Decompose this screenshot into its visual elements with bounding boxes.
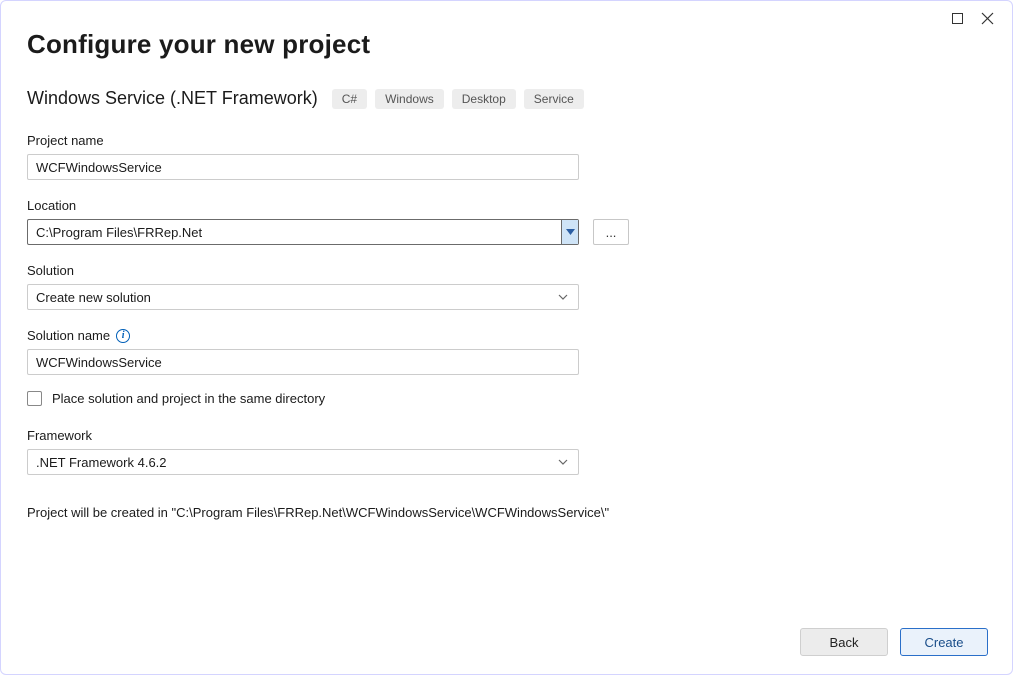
browse-button-label: ... — [606, 225, 617, 240]
project-tags: C# Windows Desktop Service — [332, 89, 584, 109]
chevron-down-icon — [558, 294, 568, 300]
chevron-down-icon — [566, 229, 575, 235]
solution-value: Create new solution — [36, 290, 556, 305]
browse-button[interactable]: ... — [593, 219, 629, 245]
close-icon — [981, 12, 994, 25]
framework-select[interactable]: .NET Framework 4.6.2 — [27, 449, 579, 475]
tag-windows: Windows — [375, 89, 444, 109]
tag-service: Service — [524, 89, 584, 109]
chevron-down-icon — [558, 459, 568, 465]
framework-value: .NET Framework 4.6.2 — [36, 455, 556, 470]
solution-name-input[interactable] — [27, 349, 579, 375]
solution-label: Solution — [27, 263, 631, 278]
project-name-input[interactable] — [27, 154, 579, 180]
same-directory-row[interactable]: Place solution and project in the same d… — [27, 391, 631, 406]
location-combo[interactable]: C:\Program Files\FRRep.Net — [27, 219, 579, 245]
same-directory-checkbox[interactable] — [27, 391, 42, 406]
framework-chevron — [556, 459, 570, 465]
page-title: Configure your new project — [27, 29, 986, 60]
solution-name-label: Solution name — [27, 328, 110, 343]
maximize-icon — [952, 13, 963, 24]
location-dropdown-button[interactable] — [561, 220, 578, 244]
form: Project name Location C:\Program Files\F… — [27, 133, 631, 520]
framework-label: Framework — [27, 428, 631, 443]
dialog-window: Configure your new project Windows Servi… — [0, 0, 1013, 675]
info-icon[interactable]: i — [116, 329, 130, 343]
tag-desktop: Desktop — [452, 89, 516, 109]
location-label: Location — [27, 198, 631, 213]
project-type-row: Windows Service (.NET Framework) C# Wind… — [27, 88, 986, 109]
dialog-content: Configure your new project Windows Servi… — [27, 29, 986, 604]
solution-chevron — [556, 294, 570, 300]
create-button-label: Create — [924, 635, 963, 650]
close-button[interactable] — [980, 11, 994, 25]
project-type-label: Windows Service (.NET Framework) — [27, 88, 318, 109]
solution-name-label-row: Solution name i — [27, 328, 631, 343]
create-button[interactable]: Create — [900, 628, 988, 656]
solution-select[interactable]: Create new solution — [27, 284, 579, 310]
creation-path-summary: Project will be created in "C:\Program F… — [27, 505, 631, 520]
tag-csharp: C# — [332, 89, 367, 109]
location-value: C:\Program Files\FRRep.Net — [28, 225, 561, 240]
back-button-label: Back — [830, 635, 859, 650]
project-name-label: Project name — [27, 133, 631, 148]
back-button[interactable]: Back — [800, 628, 888, 656]
footer-buttons: Back Create — [800, 628, 988, 656]
same-directory-label: Place solution and project in the same d… — [52, 391, 325, 406]
maximize-button[interactable] — [950, 11, 964, 25]
